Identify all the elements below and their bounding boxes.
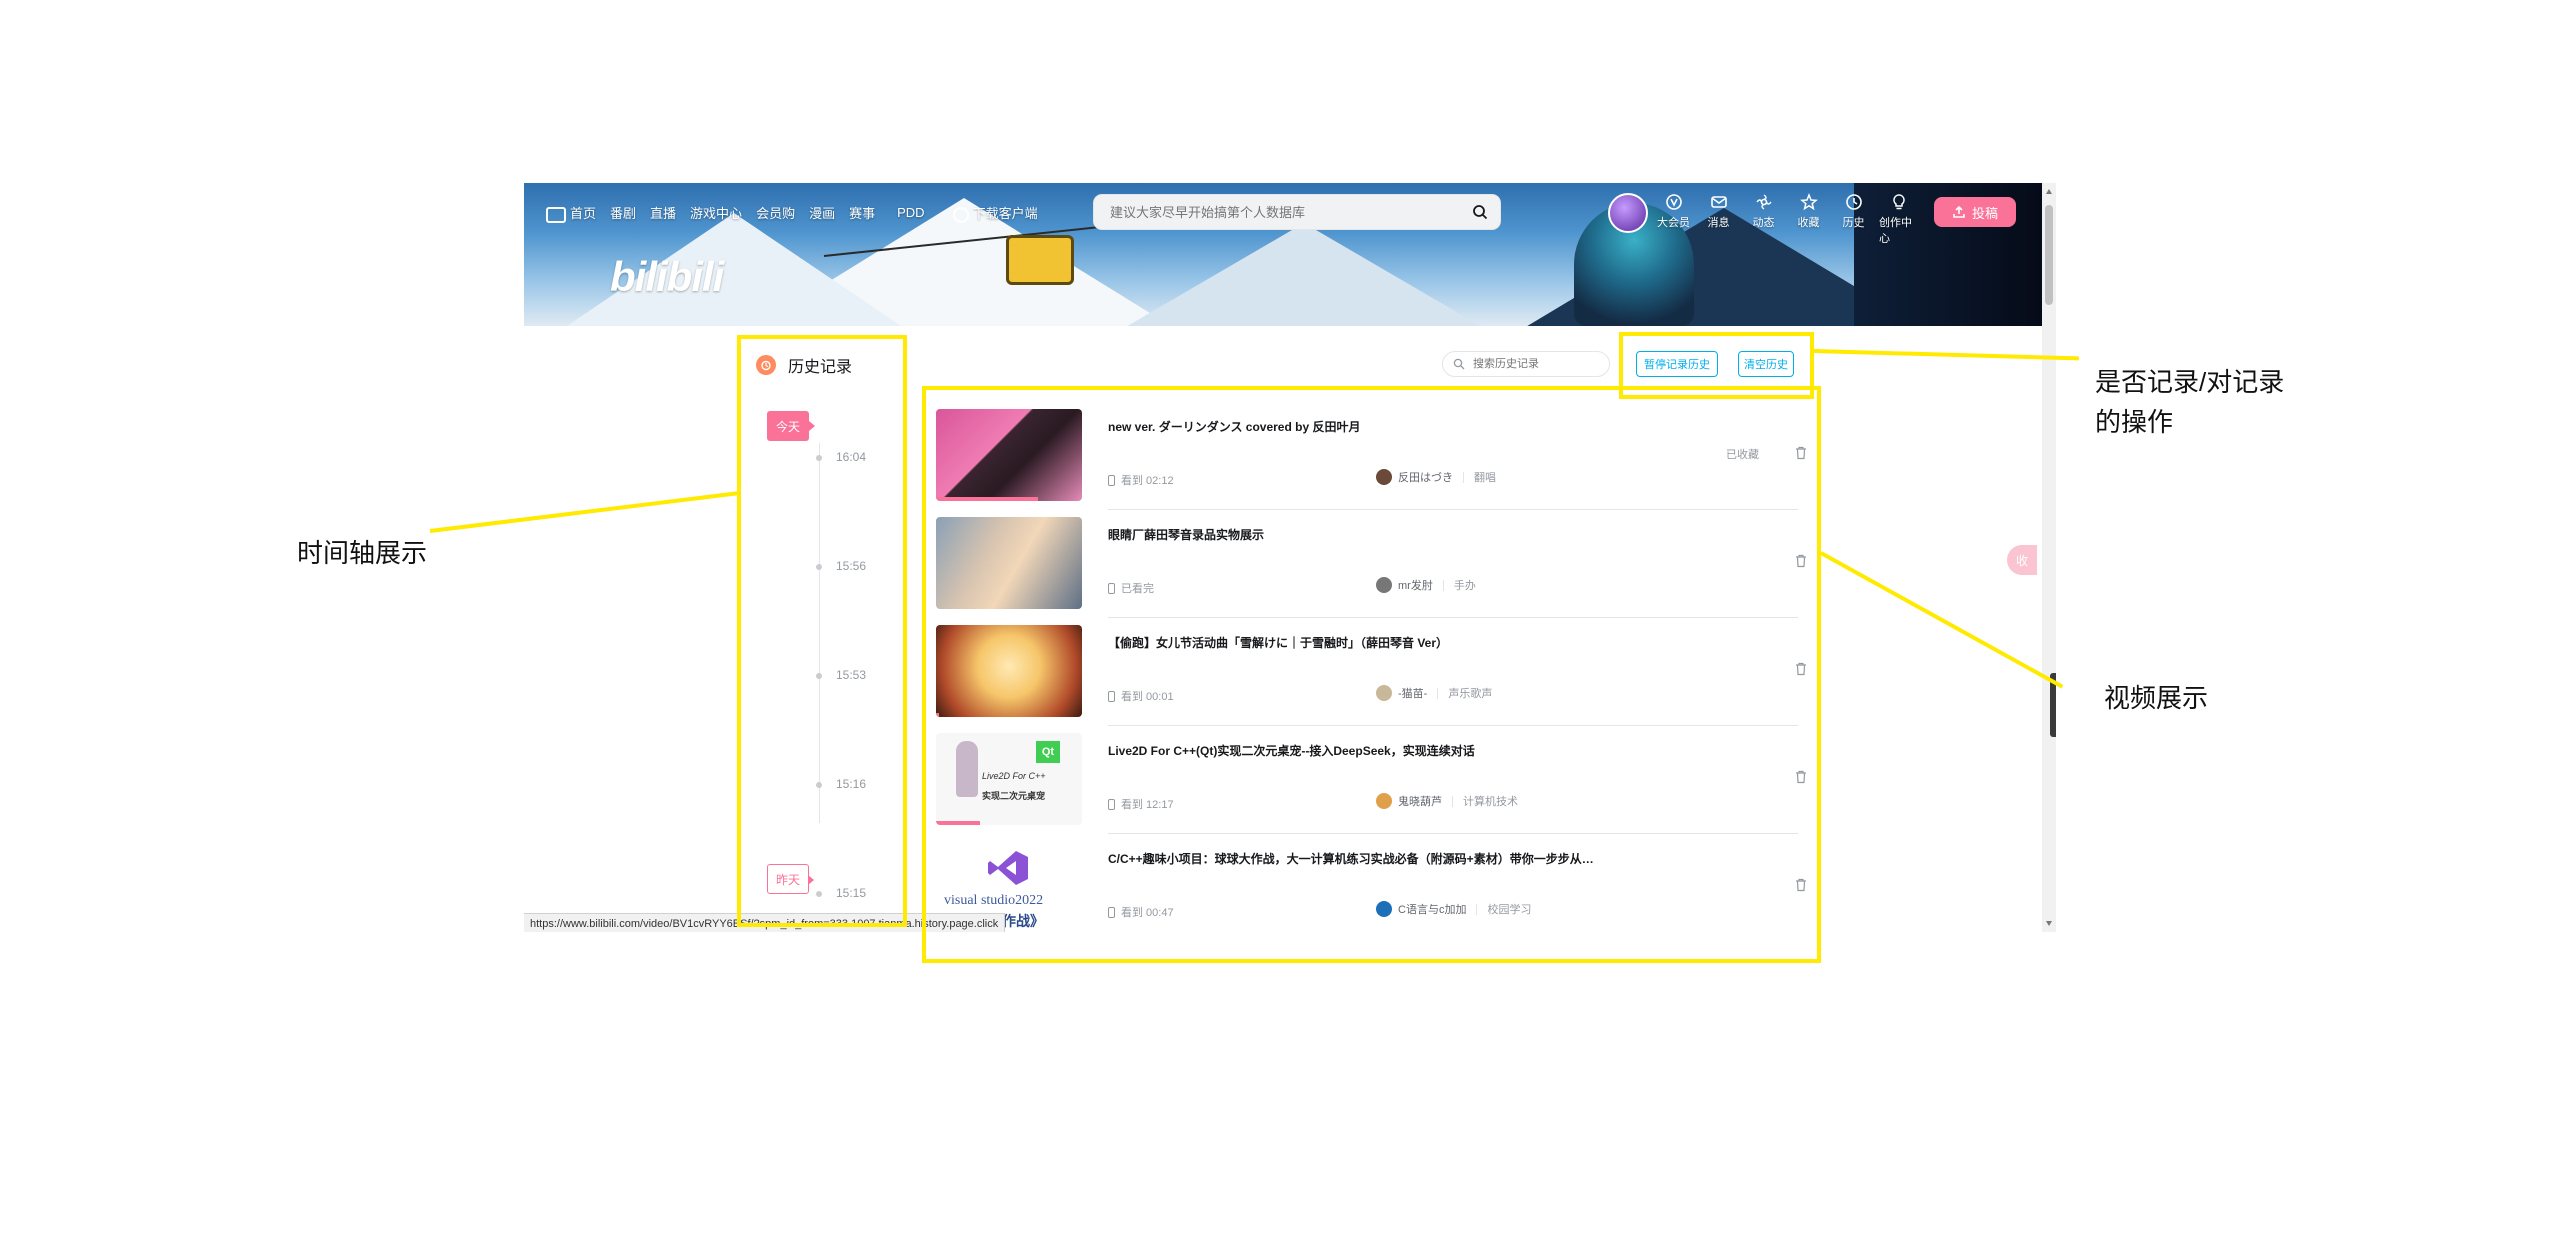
download-icon <box>952 206 969 223</box>
nav-mall[interactable]: 会员购 <box>756 203 795 222</box>
bulb-icon <box>1892 194 1905 210</box>
page-scrollbar[interactable] <box>2042 183 2056 932</box>
bilibili-logo[interactable]: bilibili <box>610 253 724 301</box>
nav-creator-center[interactable]: 创作中心 <box>1879 193 1918 246</box>
wind-icon <box>1755 194 1772 210</box>
scroll-down-arrow[interactable] <box>2046 921 2052 926</box>
nav-messages[interactable]: 消息 <box>1699 193 1738 246</box>
user-avatar[interactable] <box>1608 193 1648 233</box>
nav-esports[interactable]: 赛事 <box>849 203 875 222</box>
nav-vip[interactable]: 大会员 <box>1654 193 1693 246</box>
nav-pdd[interactable]: PDD <box>897 205 924 220</box>
history-search-input[interactable] <box>1471 357 1585 371</box>
annotation-controls-label: 是否记录/对记录 的操作 <box>2095 367 2285 437</box>
history-search <box>1442 351 1610 377</box>
scroll-up-arrow[interactable] <box>2046 189 2052 194</box>
nav-dynamic[interactable]: 动态 <box>1744 193 1783 246</box>
nav-game-center[interactable]: 游戏中心 <box>690 203 742 222</box>
search-icon <box>1453 358 1465 370</box>
nav-manga[interactable]: 漫画 <box>809 203 835 222</box>
nav-anime[interactable]: 番剧 <box>610 203 636 222</box>
timeline-highlight-box <box>737 335 907 927</box>
upload-icon <box>1953 205 1965 218</box>
banner-mountain <box>1124 223 1484 326</box>
nav-download[interactable]: 下载客户端 <box>952 203 1038 223</box>
vip-icon <box>1665 194 1682 210</box>
annotation-timeline-label: 时间轴展示 <box>297 538 428 568</box>
search-icon[interactable] <box>1464 199 1496 225</box>
header-banner: bilibili 首页 番剧 直播 游戏中心 会员购 漫画 赛事 PDD 下载客… <box>524 183 2042 326</box>
videos-highlight-box <box>922 386 1821 963</box>
scroll-thumb[interactable] <box>2045 205 2053 305</box>
star-icon <box>1799 193 1818 211</box>
top-nav: 首页 番剧 直播 游戏中心 会员购 漫画 赛事 PDD 下载客户端 <box>546 203 1038 223</box>
controls-highlight-box <box>1619 332 1814 399</box>
banner-gondola <box>1006 235 1074 285</box>
nav-favorites[interactable]: 收藏 <box>1789 193 1828 246</box>
upload-button[interactable]: 投稿 <box>1934 197 2016 227</box>
header-right-nav: 大会员 消息 动态 收藏 历史 创作中心 <box>1654 193 1918 246</box>
nav-live[interactable]: 直播 <box>650 203 676 222</box>
nav-home[interactable]: 首页 <box>546 203 596 223</box>
message-icon <box>1710 196 1727 208</box>
search-input[interactable] <box>1108 203 1464 221</box>
search-box <box>1094 195 1500 229</box>
clock-icon <box>1845 194 1862 210</box>
annotation-videos-label: 视频展示 <box>2104 683 2209 713</box>
nav-history[interactable]: 历史 <box>1834 193 1873 246</box>
floating-collect-button[interactable]: 收 <box>2007 545 2037 575</box>
tv-icon <box>546 206 566 223</box>
